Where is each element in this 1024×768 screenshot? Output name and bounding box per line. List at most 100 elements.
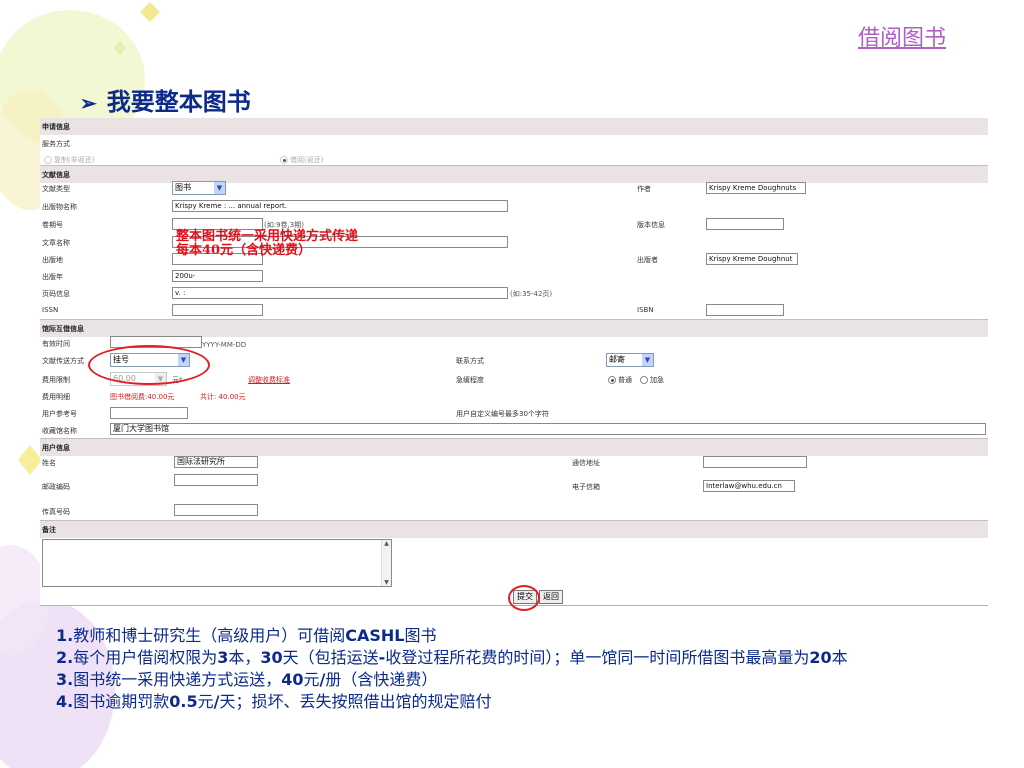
library-input[interactable]: 厦门大学图书馆 <box>110 423 986 435</box>
zip-row: 邮政编码 电子信箱 Interlaw@whu.edu.cn <box>40 474 988 495</box>
pages-input[interactable]: v. : <box>172 287 508 299</box>
back-button[interactable]: 返回 <box>539 590 563 604</box>
section-remark-title: 备注 <box>42 526 56 534</box>
place-label: 出版地 <box>42 256 63 264</box>
rule-2-bold-4: 20 <box>809 648 832 667</box>
rule-4: 4.图书逾期罚款0.5元/天；损坏、丢失按照借出馆的规定赔付 <box>56 691 976 713</box>
annotation-line-2: 每本40元（含快递费） <box>176 243 312 258</box>
fee-detail-row: 费用明细 图书借阅费:40.00元 共计: 40.00元 <box>40 388 988 405</box>
contact-value: 邮寄 <box>609 355 625 364</box>
annotation-line-1: 整本图书统一采用快递方式传递 <box>176 229 359 244</box>
edition-input[interactable] <box>706 218 784 230</box>
service-type-label: 服务方式 <box>42 140 70 148</box>
rule-3-text-a: 图书统一采用快递方式运送， <box>73 670 282 689</box>
rule-1-text-a: 教师和博士研究生（高级用户）可借阅 <box>73 626 346 645</box>
rule-3-text-b: 元 <box>303 670 320 689</box>
name-row: 姓名 国际法研究所 通信地址 <box>40 454 988 471</box>
rule-1-text-b: 图书 <box>404 626 437 645</box>
page-title-text: 我要整本图书 <box>106 87 251 116</box>
rule-2-text-c: 天（包括运送 <box>282 648 379 667</box>
urgency-normal-label: 普通 <box>618 376 632 384</box>
edition-label: 版本信息 <box>637 221 665 229</box>
fee-detail-value: 图书借阅费:40.00元 <box>110 393 175 401</box>
doc-type-row: 文献类型 图书 ▼ 作者 Krispy Kreme Doughnuts <box>40 180 988 197</box>
urgency-urgent-label: 加急 <box>650 376 664 384</box>
user-ref-row: 用户参考号 用户自定义编号最多30个字符 <box>40 405 988 422</box>
radio-icon <box>608 376 616 384</box>
year-label: 出版年 <box>42 273 63 281</box>
contact-select[interactable]: 邮寄 ▼ <box>606 353 654 367</box>
pub-name-label: 出版物名称 <box>42 203 77 211</box>
author-input[interactable]: Krispy Kreme Doughnuts <box>706 182 806 194</box>
rule-3-text-c: 册（含快递费） <box>325 670 438 689</box>
borrow-books-link[interactable]: 借阅图书 <box>858 20 946 52</box>
rule-1-num: 1. <box>56 626 74 645</box>
rule-2-num: 2. <box>56 648 74 667</box>
valid-hint: YYYY-MM-DD <box>202 341 247 349</box>
fax-row: 传真号码 <box>40 503 988 520</box>
user-ref-hint: 用户自定义编号最多30个字符 <box>456 410 549 418</box>
service-option-copy-label: 复制(非返还) <box>54 156 95 164</box>
rule-3-num: 3. <box>56 670 74 689</box>
arrow-bullet-icon: ➢ <box>80 91 97 115</box>
rule-3: 3.图书统一采用快递方式运送，40元/册（含快递费） <box>56 669 976 691</box>
radio-icon <box>44 156 52 164</box>
fax-label: 传真号码 <box>42 508 70 516</box>
email-label: 电子信箱 <box>572 483 600 491</box>
service-type-row: 服务方式 <box>40 135 988 152</box>
pages-label: 页码信息 <box>42 290 70 298</box>
scrollbar[interactable]: ▲ ▼ <box>381 540 391 586</box>
contact-label: 联系方式 <box>456 357 484 365</box>
adjust-fee-link[interactable]: 调整收费标准 <box>248 375 290 385</box>
address-input[interactable] <box>703 456 807 468</box>
user-ref-input[interactable] <box>110 407 188 419</box>
library-row: 收藏馆名称 厦门大学图书馆 <box>40 422 988 439</box>
radio-icon <box>280 156 288 164</box>
rule-2-text-a: 每个用户借阅权限为 <box>73 648 218 667</box>
urgency-label: 急缓程度 <box>456 376 484 384</box>
volume-label: 卷期号 <box>42 221 63 229</box>
rule-2-text-b: 本， <box>228 648 261 667</box>
year-row: 出版年 200u- <box>40 268 988 285</box>
doc-type-label: 文献类型 <box>42 185 70 193</box>
address-label: 通信地址 <box>572 459 600 467</box>
remark-textarea[interactable]: ▲ ▼ <box>42 539 392 587</box>
pages-row: 页码信息 v. : (如:35-42页) <box>40 285 988 302</box>
user-ref-label: 用户参考号 <box>42 410 77 418</box>
library-label: 收藏馆名称 <box>42 427 77 435</box>
rule-4-text-b: 元 <box>197 692 214 711</box>
section-user-title: 用户信息 <box>42 444 70 452</box>
publisher-label: 出版者 <box>637 256 658 264</box>
rule-4-text-a: 图书逾期罚款 <box>73 692 170 711</box>
section-remark: 备注 <box>40 520 988 538</box>
publisher-input[interactable]: Krispy Kreme Doughnut <box>706 253 798 265</box>
zip-input[interactable] <box>174 474 258 486</box>
service-option-borrow[interactable]: 借阅(返还) <box>280 155 323 165</box>
isbn-input[interactable] <box>706 304 784 316</box>
doc-type-select[interactable]: 图书 ▼ <box>172 181 226 195</box>
radio-icon <box>640 376 648 384</box>
rule-2-text-e: 本 <box>831 648 848 667</box>
isbn-label: ISBN <box>637 306 654 314</box>
email-input[interactable]: Interlaw@whu.edu.cn <box>703 480 795 492</box>
delivery-annotation: 整本图书统一采用快递方式传递 每本40元（含快递费） <box>176 230 358 258</box>
name-input[interactable]: 国际法研究所 <box>174 456 258 468</box>
year-input[interactable]: 200u- <box>172 270 263 282</box>
service-option-copy[interactable]: 复制(非返还) <box>44 155 94 165</box>
urgency-normal-radio[interactable]: 普通 <box>608 375 632 385</box>
issn-input[interactable] <box>172 304 263 316</box>
valid-label: 有效时间 <box>42 340 70 348</box>
issn-row: ISSN ISBN <box>40 302 988 319</box>
scroll-down-icon[interactable]: ▼ <box>382 579 391 586</box>
page-title: ➢ 我要整本图书 <box>80 82 251 117</box>
name-label: 姓名 <box>42 459 56 467</box>
urgency-urgent-radio[interactable]: 加急 <box>640 375 664 385</box>
rule-2-bold-1: 3 <box>217 648 229 667</box>
pub-name-input[interactable]: Krispy Kreme : ... annual report. <box>172 200 508 212</box>
fee-detail-label: 费用明细 <box>42 393 70 401</box>
zip-label: 邮政编码 <box>42 483 70 491</box>
author-label: 作者 <box>637 185 651 193</box>
rule-2: 2.每个用户借阅权限为3本，30天（包括运送-收登过程所花费的时间）；单一馆同一… <box>56 647 976 669</box>
fax-input[interactable] <box>174 504 258 516</box>
scroll-up-icon[interactable]: ▲ <box>382 540 391 547</box>
